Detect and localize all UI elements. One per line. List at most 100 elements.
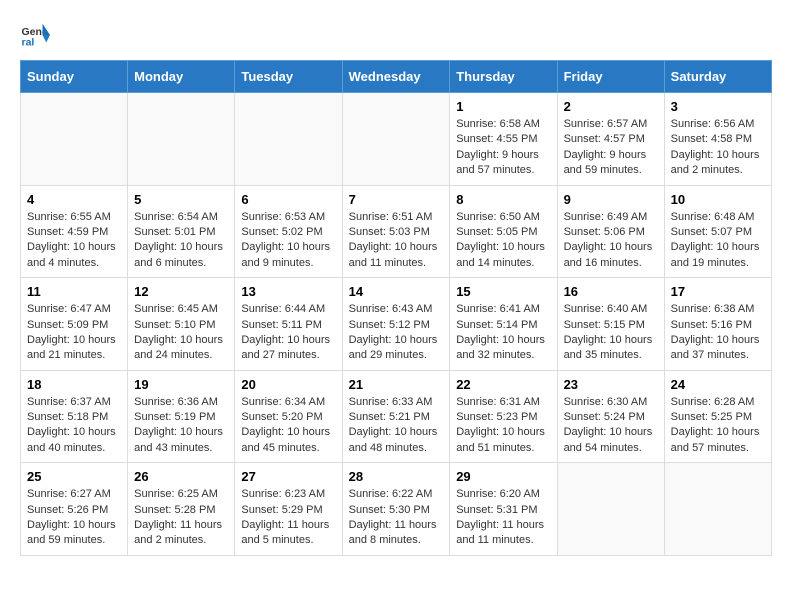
day-number: 1: [456, 99, 550, 114]
day-info: Sunrise: 6:56 AMSunset: 4:58 PMDaylight:…: [671, 117, 765, 179]
day-number: 6: [241, 192, 335, 207]
calendar-cell: 2 Sunrise: 6:57 AMSunset: 4:57 PMDaylight…: [557, 93, 664, 186]
logo: Gene ral: [20, 20, 52, 50]
weekday-header-wednesday: Wednesday: [342, 61, 450, 93]
day-number: 29: [456, 469, 550, 484]
day-info: Sunrise: 6:25 AMSunset: 5:28 PMDaylight:…: [134, 487, 228, 549]
day-number: 26: [134, 469, 228, 484]
calendar-cell: 9 Sunrise: 6:49 AMSunset: 5:06 PMDaylight…: [557, 185, 664, 278]
day-info: Sunrise: 6:40 AMSunset: 5:15 PMDaylight:…: [564, 302, 658, 364]
day-info: Sunrise: 6:28 AMSunset: 5:25 PMDaylight:…: [671, 395, 765, 457]
day-number: 17: [671, 284, 765, 299]
calendar-cell: 19 Sunrise: 6:36 AMSunset: 5:19 PMDayligh…: [128, 370, 235, 463]
day-info: Sunrise: 6:20 AMSunset: 5:31 PMDaylight:…: [456, 487, 550, 549]
calendar-cell: [664, 463, 771, 556]
day-number: 15: [456, 284, 550, 299]
calendar-cell: 27 Sunrise: 6:23 AMSunset: 5:29 PMDayligh…: [235, 463, 342, 556]
day-info: Sunrise: 6:45 AMSunset: 5:10 PMDaylight:…: [134, 302, 228, 364]
weekday-header-row: SundayMondayTuesdayWednesdayThursdayFrid…: [21, 61, 772, 93]
day-info: Sunrise: 6:58 AMSunset: 4:55 PMDaylight:…: [456, 117, 550, 179]
day-number: 28: [349, 469, 444, 484]
calendar-cell: 5 Sunrise: 6:54 AMSunset: 5:01 PMDaylight…: [128, 185, 235, 278]
day-number: 2: [564, 99, 658, 114]
day-info: Sunrise: 6:33 AMSunset: 5:21 PMDaylight:…: [349, 395, 444, 457]
day-info: Sunrise: 6:27 AMSunset: 5:26 PMDaylight:…: [27, 487, 121, 549]
weekday-header-sunday: Sunday: [21, 61, 128, 93]
day-number: 16: [564, 284, 658, 299]
day-number: 20: [241, 377, 335, 392]
day-number: 24: [671, 377, 765, 392]
calendar-cell: 28 Sunrise: 6:22 AMSunset: 5:30 PMDayligh…: [342, 463, 450, 556]
svg-text:ral: ral: [22, 37, 35, 49]
day-info: Sunrise: 6:36 AMSunset: 5:19 PMDaylight:…: [134, 395, 228, 457]
calendar-table: SundayMondayTuesdayWednesdayThursdayFrid…: [20, 60, 772, 556]
calendar-cell: [128, 93, 235, 186]
calendar-cell: [21, 93, 128, 186]
day-info: Sunrise: 6:53 AMSunset: 5:02 PMDaylight:…: [241, 210, 335, 272]
day-number: 11: [27, 284, 121, 299]
weekday-header-monday: Monday: [128, 61, 235, 93]
week-row-4: 18 Sunrise: 6:37 AMSunset: 5:18 PMDayligh…: [21, 370, 772, 463]
day-number: 21: [349, 377, 444, 392]
calendar-cell: [342, 93, 450, 186]
header: Gene ral: [20, 20, 772, 50]
calendar-cell: 22Sunrise: 6:31 AMSunset: 5:23 PMDayligh…: [450, 370, 557, 463]
calendar-cell: 20 Sunrise: 6:34 AMSunset: 5:20 PMDayligh…: [235, 370, 342, 463]
day-info: Sunrise: 6:57 AMSunset: 4:57 PMDaylight:…: [564, 117, 658, 179]
calendar-cell: 24 Sunrise: 6:28 AMSunset: 5:25 PMDayligh…: [664, 370, 771, 463]
day-number: 19: [134, 377, 228, 392]
day-info: Sunrise: 6:50 AMSunset: 5:05 PMDaylight:…: [456, 210, 550, 272]
calendar-cell: 18 Sunrise: 6:37 AMSunset: 5:18 PMDayligh…: [21, 370, 128, 463]
day-info: Sunrise: 6:34 AMSunset: 5:20 PMDaylight:…: [241, 395, 335, 457]
day-info: Sunrise: 6:37 AMSunset: 5:18 PMDaylight:…: [27, 395, 121, 457]
day-number: 27: [241, 469, 335, 484]
calendar-cell: 21 Sunrise: 6:33 AMSunset: 5:21 PMDayligh…: [342, 370, 450, 463]
day-info: Sunrise: 6:55 AMSunset: 4:59 PMDaylight:…: [27, 210, 121, 272]
calendar-cell: 7 Sunrise: 6:51 AMSunset: 5:03 PMDaylight…: [342, 185, 450, 278]
day-number: 5: [134, 192, 228, 207]
day-info: Sunrise: 6:47 AMSunset: 5:09 PMDaylight:…: [27, 302, 121, 364]
day-info: Sunrise: 6:31 AMSunset: 5:23 PMDaylight:…: [456, 395, 550, 457]
day-number: 8: [456, 192, 550, 207]
day-number: 23: [564, 377, 658, 392]
day-number: 25: [27, 469, 121, 484]
day-number: 10: [671, 192, 765, 207]
calendar-cell: 6 Sunrise: 6:53 AMSunset: 5:02 PMDaylight…: [235, 185, 342, 278]
week-row-2: 4 Sunrise: 6:55 AMSunset: 4:59 PMDaylight…: [21, 185, 772, 278]
calendar-cell: 23 Sunrise: 6:30 AMSunset: 5:24 PMDayligh…: [557, 370, 664, 463]
day-info: Sunrise: 6:43 AMSunset: 5:12 PMDaylight:…: [349, 302, 444, 364]
day-info: Sunrise: 6:41 AMSunset: 5:14 PMDaylight:…: [456, 302, 550, 364]
day-info: Sunrise: 6:54 AMSunset: 5:01 PMDaylight:…: [134, 210, 228, 272]
calendar-cell: [235, 93, 342, 186]
day-info: Sunrise: 6:23 AMSunset: 5:29 PMDaylight:…: [241, 487, 335, 549]
day-info: Sunrise: 6:30 AMSunset: 5:24 PMDaylight:…: [564, 395, 658, 457]
logo-icon: Gene ral: [20, 20, 50, 50]
day-number: 14: [349, 284, 444, 299]
day-number: 7: [349, 192, 444, 207]
calendar-cell: 12 Sunrise: 6:45 AMSunset: 5:10 PMDayligh…: [128, 278, 235, 371]
day-info: Sunrise: 6:44 AMSunset: 5:11 PMDaylight:…: [241, 302, 335, 364]
calendar-cell: 10 Sunrise: 6:48 AMSunset: 5:07 PMDayligh…: [664, 185, 771, 278]
day-info: Sunrise: 6:38 AMSunset: 5:16 PMDaylight:…: [671, 302, 765, 364]
day-info: Sunrise: 6:48 AMSunset: 5:07 PMDaylight:…: [671, 210, 765, 272]
calendar-cell: [557, 463, 664, 556]
day-info: Sunrise: 6:51 AMSunset: 5:03 PMDaylight:…: [349, 210, 444, 272]
day-number: 3: [671, 99, 765, 114]
day-number: 13: [241, 284, 335, 299]
calendar-cell: 25 Sunrise: 6:27 AMSunset: 5:26 PMDayligh…: [21, 463, 128, 556]
calendar-cell: 8 Sunrise: 6:50 AMSunset: 5:05 PMDaylight…: [450, 185, 557, 278]
calendar-cell: 14 Sunrise: 6:43 AMSunset: 5:12 PMDayligh…: [342, 278, 450, 371]
weekday-header-thursday: Thursday: [450, 61, 557, 93]
week-row-1: 1 Sunrise: 6:58 AMSunset: 4:55 PMDaylight…: [21, 93, 772, 186]
day-info: Sunrise: 6:49 AMSunset: 5:06 PMDaylight:…: [564, 210, 658, 272]
day-number: 12: [134, 284, 228, 299]
week-row-3: 11 Sunrise: 6:47 AMSunset: 5:09 PMDayligh…: [21, 278, 772, 371]
day-number: 18: [27, 377, 121, 392]
calendar-cell: 3 Sunrise: 6:56 AMSunset: 4:58 PMDaylight…: [664, 93, 771, 186]
day-number: 4: [27, 192, 121, 207]
day-info: Sunrise: 6:22 AMSunset: 5:30 PMDaylight:…: [349, 487, 444, 549]
calendar-cell: 11 Sunrise: 6:47 AMSunset: 5:09 PMDayligh…: [21, 278, 128, 371]
calendar-cell: 4 Sunrise: 6:55 AMSunset: 4:59 PMDaylight…: [21, 185, 128, 278]
day-number: 9: [564, 192, 658, 207]
calendar-cell: 16 Sunrise: 6:40 AMSunset: 5:15 PMDayligh…: [557, 278, 664, 371]
